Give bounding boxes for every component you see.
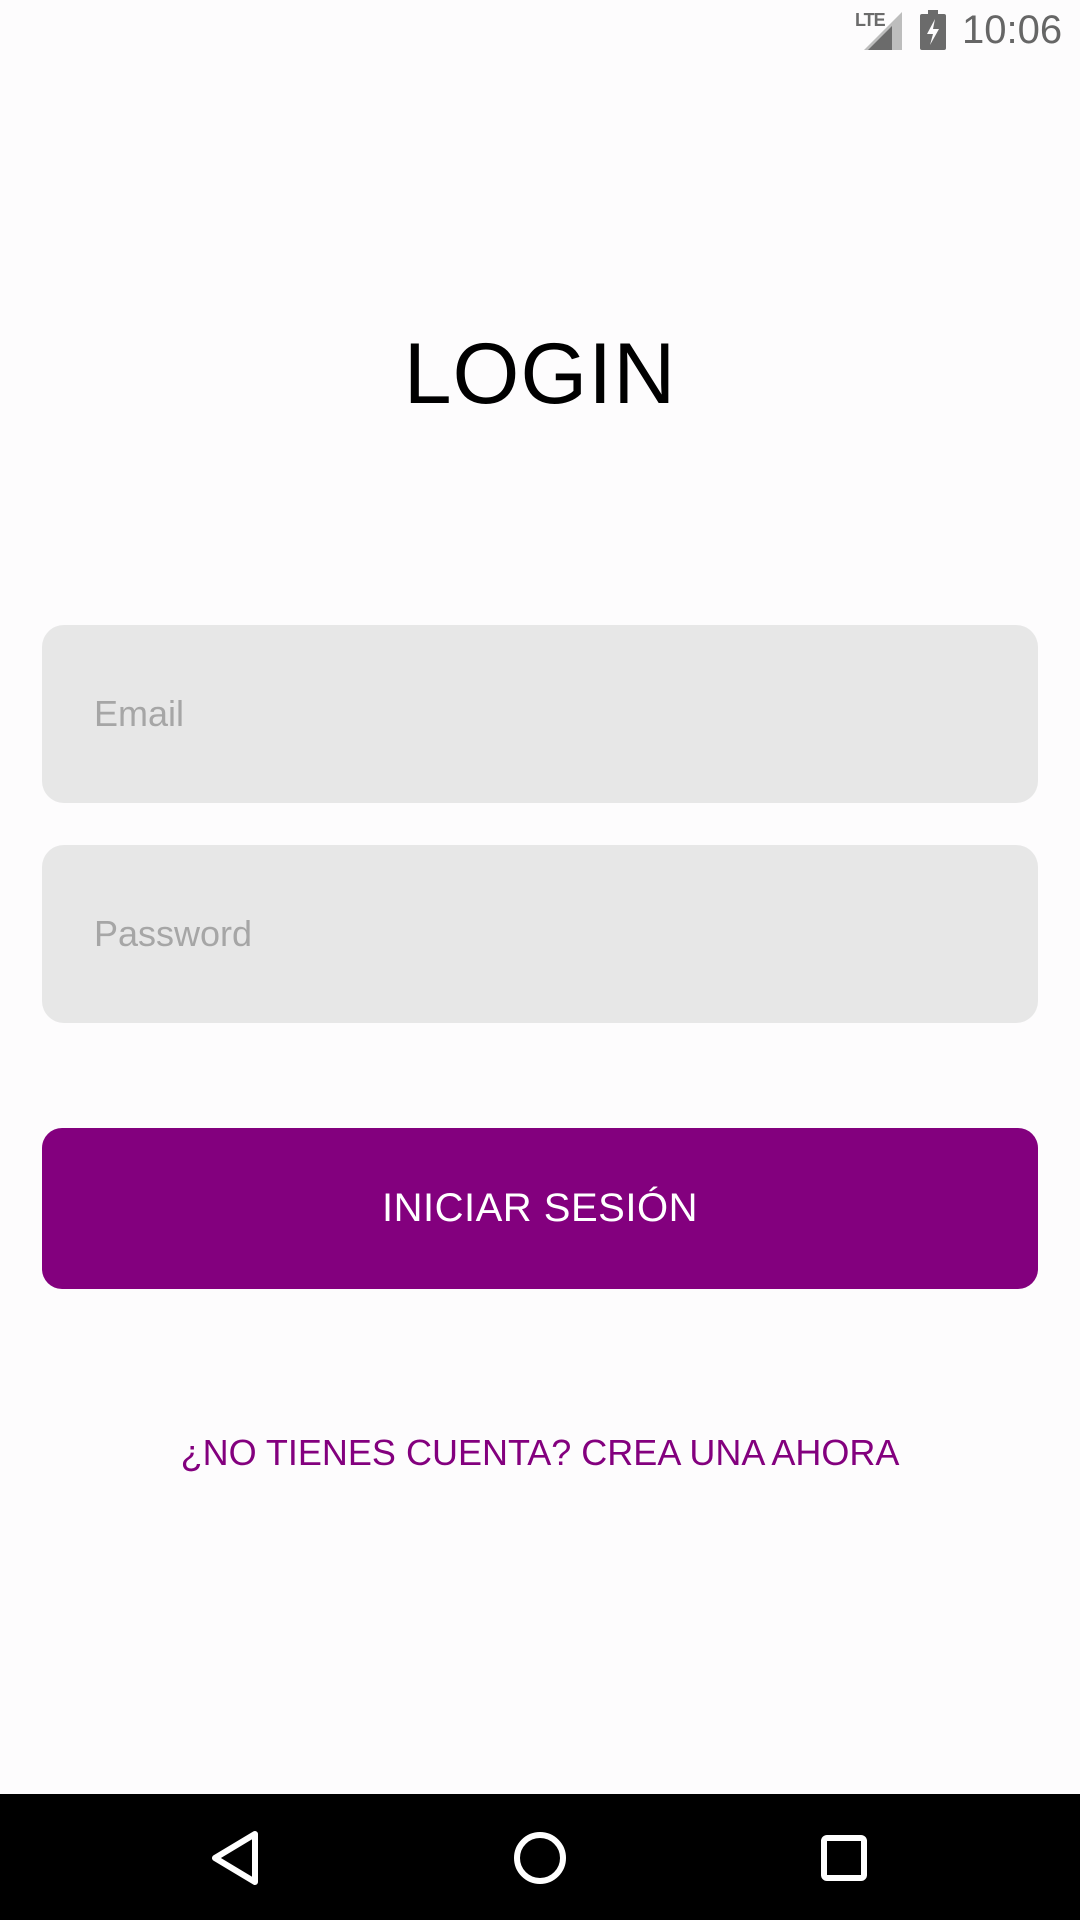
create-account-link[interactable]: ¿NO TIENES CUENTA? CREA UNA AHORA (0, 1432, 1080, 1474)
login-button[interactable]: INICIAR SESIÓN (42, 1128, 1038, 1289)
recents-icon[interactable] (812, 1826, 876, 1890)
battery-charging-icon (920, 10, 946, 50)
login-screen: LTE 10:06 LOGIN INICIAR SESIÓN ¿NO TIENE… (0, 0, 1080, 1920)
navigation-bar (0, 1794, 1080, 1920)
status-time: 10:06 (962, 8, 1063, 52)
email-field[interactable] (42, 625, 1038, 803)
page-title: LOGIN (403, 326, 677, 422)
signal-icon (864, 12, 902, 50)
status-bar: LTE 10:06 (0, 0, 1080, 64)
password-field[interactable] (42, 845, 1038, 1023)
back-icon[interactable] (205, 1826, 269, 1890)
home-icon[interactable] (508, 1826, 572, 1890)
